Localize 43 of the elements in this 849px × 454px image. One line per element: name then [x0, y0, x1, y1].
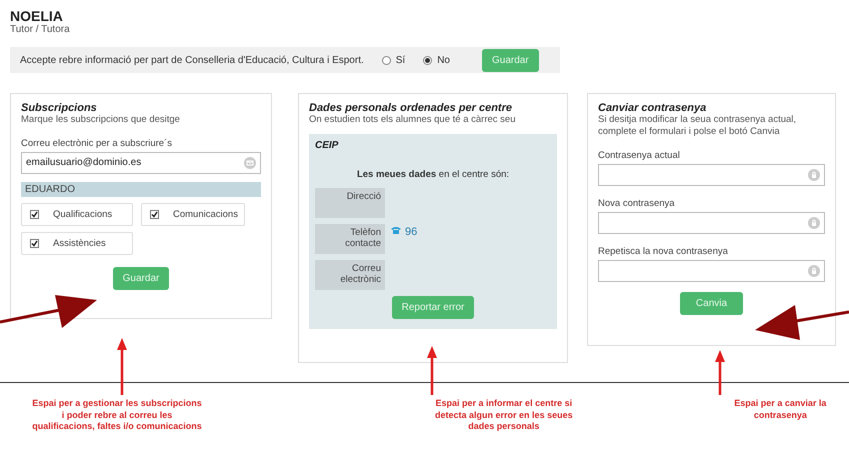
annotation-text: Espai per a canviar la contrasenya [733, 398, 828, 422]
radio-option[interactable]: No [423, 54, 450, 66]
annotation-text: Espai per a gestionar les subscripcions i poder rebre al correu les qualificacions, faltes i/o comunicacions [31, 398, 203, 434]
email-field[interactable]: emailusuario@dominio.es [21, 152, 261, 174]
card-title: Dades personals ordenades per centre [309, 102, 513, 114]
radio-option[interactable]: Sí [382, 54, 406, 66]
card-title: Subscripcions [21, 102, 98, 114]
centre-name: CEIP [315, 140, 340, 151]
envelope-icon [244, 156, 256, 169]
field-label: Nova contrasenya [598, 198, 676, 209]
checkbox-option[interactable]: Comunicacions [141, 202, 245, 226]
arrow-drawing [427, 346, 437, 395]
checkbox[interactable] [150, 210, 159, 219]
data-label: Telèfon contacte [315, 224, 385, 254]
lock-icon [808, 264, 820, 277]
intro-text: Les meues dades en el centre són: [356, 168, 510, 180]
data-label: Direcció [315, 188, 385, 218]
phone-icon [391, 226, 401, 234]
password-field[interactable] [598, 164, 825, 186]
checkbox[interactable] [30, 210, 39, 219]
card-title: Canviar contrasenya [598, 102, 708, 114]
field-label: Repetisca la nova contrasenya [598, 246, 729, 257]
data-label: Correu electrònic [315, 260, 385, 290]
field-label: Contrasenya actual [598, 150, 681, 161]
arrow-drawing [117, 338, 127, 395]
checkbox[interactable] [30, 238, 39, 248]
card-subtitle: On estudien tots els alumnes que té a càrrec seu [309, 114, 516, 126]
card-subtitle: Si desitja modificar la seua contrasenya actual, complete el formulari i polse el botó Canvia [598, 114, 798, 138]
lock-icon [808, 216, 820, 229]
annotation-text: Espai per a informar el centre si detecta algun error en les seues dades personals [434, 398, 574, 434]
user-role: Tutor / Tutora [10, 24, 71, 35]
card-subtitle: Marque les subscripcions que desitge [21, 114, 181, 126]
student-name: EDUARDO [21, 182, 261, 197]
user-name: NOELIA [10, 8, 64, 24]
arrow-drawing [715, 350, 725, 395]
checkbox-option[interactable]: Assistències [21, 232, 133, 255]
field-label: Correu electrònic per a subscriure´s [21, 138, 174, 149]
password-field[interactable] [598, 212, 825, 234]
consent-text: Accepte rebre informació per part de Conselleria d'Educació, Cultura i Esport. [20, 54, 364, 66]
checkbox-option[interactable]: Qualificacions [21, 202, 133, 226]
phone-value: 96 [405, 226, 418, 238]
password-field[interactable] [598, 260, 825, 282]
lock-icon [808, 168, 820, 181]
